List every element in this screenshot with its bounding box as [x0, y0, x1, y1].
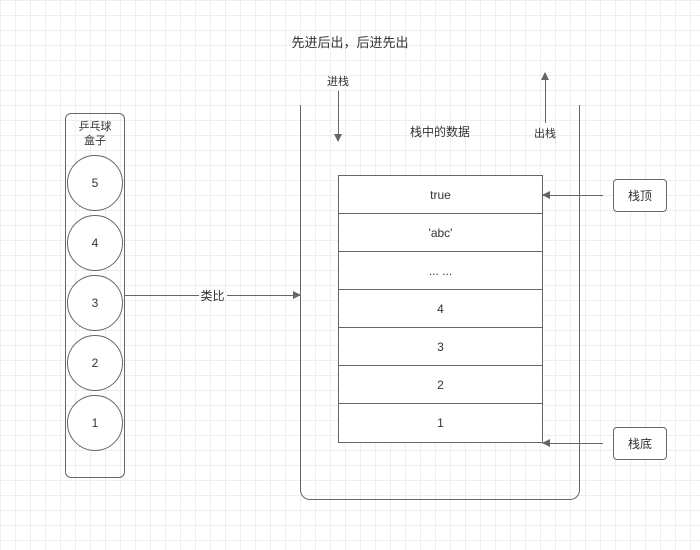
stack-cell: 4 — [339, 290, 542, 328]
stack-top-label: 栈顶 — [613, 179, 667, 212]
ball-box: 乒乓球 盒子 5 4 3 2 1 — [65, 113, 125, 478]
arrow-right-icon — [227, 295, 301, 296]
ball-box-label-line1: 乒乓球 — [79, 120, 112, 134]
ball: 3 — [67, 275, 123, 331]
ball-list: 5 4 3 2 1 — [67, 155, 123, 477]
ball: 5 — [67, 155, 123, 211]
stack-cell: 2 — [339, 366, 542, 404]
push-label: 进栈 — [323, 73, 353, 89]
analogy-label: 类比 — [199, 287, 227, 304]
stack-cell: 'abc' — [339, 214, 542, 252]
arrow-left-icon — [543, 195, 603, 196]
stack-cell: 1 — [339, 404, 542, 442]
diagram-title: 先进后出，后进先出 — [0, 32, 700, 51]
stack-title: 栈中的数据 — [301, 123, 579, 140]
ball: 2 — [67, 335, 123, 391]
ball-box-label-line2: 盒子 — [79, 134, 112, 148]
stack-bottom-pointer: 栈底 — [543, 428, 667, 458]
stack-top-pointer: 栈顶 — [543, 180, 667, 210]
analogy-arrow: 类比 — [125, 285, 300, 305]
arrow-line — [125, 295, 199, 296]
stack-cells: true 'abc' ... ... 4 3 2 1 — [338, 175, 543, 443]
stack-bottom-label: 栈底 — [613, 427, 667, 460]
ball: 4 — [67, 215, 123, 271]
stack-cell: 3 — [339, 328, 542, 366]
arrow-left-icon — [543, 443, 603, 444]
stack-cell: true — [339, 176, 542, 214]
ball: 1 — [67, 395, 123, 451]
ball-box-label: 乒乓球 盒子 — [79, 114, 112, 155]
stack-cell: ... ... — [339, 252, 542, 290]
